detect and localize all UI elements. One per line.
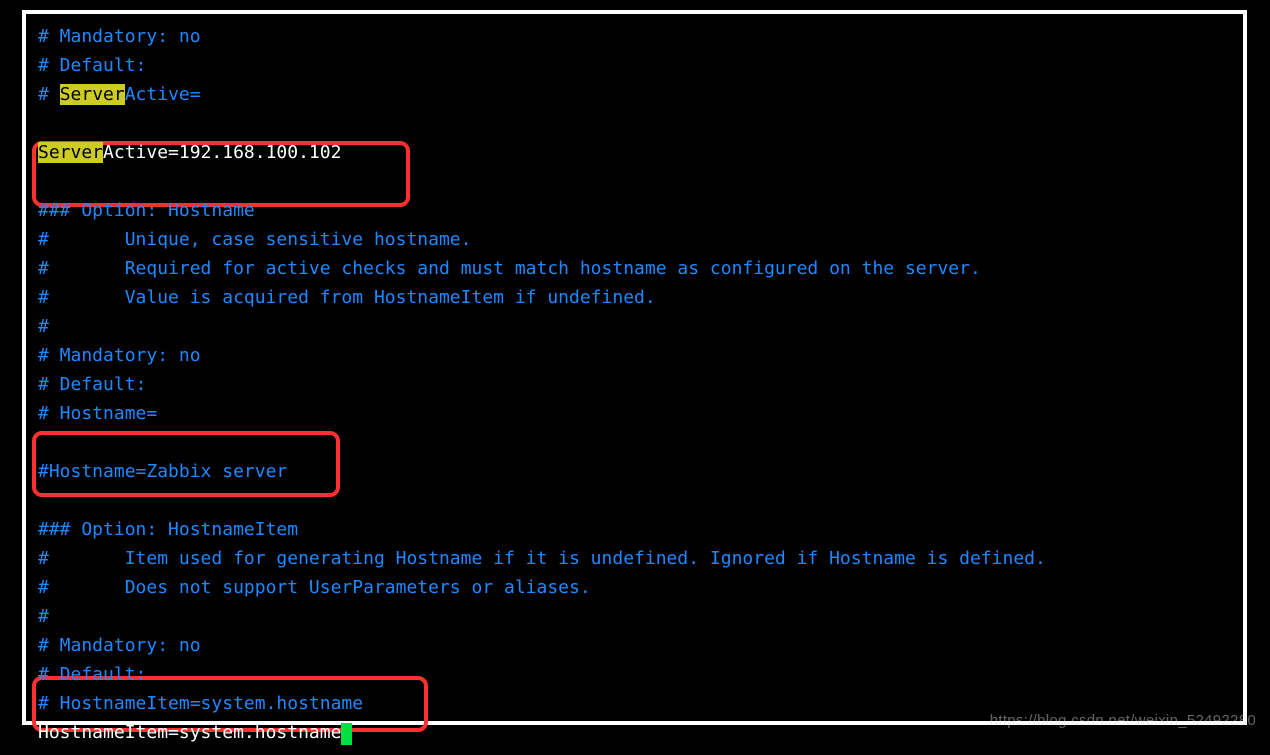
- config-line: Active=: [125, 84, 201, 105]
- config-line: # Unique, case sensitive hostname.: [38, 229, 471, 250]
- config-line: # Required for active checks and must ma…: [38, 258, 981, 279]
- config-line: # Value is acquired from HostnameItem if…: [38, 287, 656, 308]
- watermark-text: https://blog.csdn.net/weixin_52492280: [990, 712, 1256, 729]
- config-value: HostnameItem=system.hostname: [38, 722, 341, 743]
- terminal-cursor: [341, 723, 352, 745]
- config-line: #Hostname=Zabbix server: [38, 461, 287, 482]
- config-line: #: [38, 316, 49, 337]
- config-line: # HostnameItem=system.hostname: [38, 693, 363, 714]
- config-line: # Mandatory: no: [38, 26, 201, 47]
- config-value: Active=192.168.100.102: [103, 142, 341, 163]
- config-line: ### Option: Hostname: [38, 200, 255, 221]
- config-line: #: [38, 606, 49, 627]
- config-line: #: [38, 84, 60, 105]
- config-line: # Default:: [38, 55, 146, 76]
- config-line: # Default:: [38, 664, 146, 685]
- config-line: # Does not support UserParameters or ali…: [38, 577, 591, 598]
- config-line: ### Option: HostnameItem: [38, 519, 298, 540]
- terminal-frame: # Mandatory: no # Default: # ServerActiv…: [22, 10, 1247, 725]
- config-line: # Mandatory: no: [38, 345, 201, 366]
- config-line: # Hostname=: [38, 403, 157, 424]
- config-line: # Mandatory: no: [38, 635, 201, 656]
- config-line: # Item used for generating Hostname if i…: [38, 548, 1046, 569]
- config-line: # Default:: [38, 374, 146, 395]
- highlight-server: Server: [38, 142, 103, 163]
- config-file-text: # Mandatory: no # Default: # ServerActiv…: [26, 14, 1243, 755]
- highlight-server: Server: [60, 84, 125, 105]
